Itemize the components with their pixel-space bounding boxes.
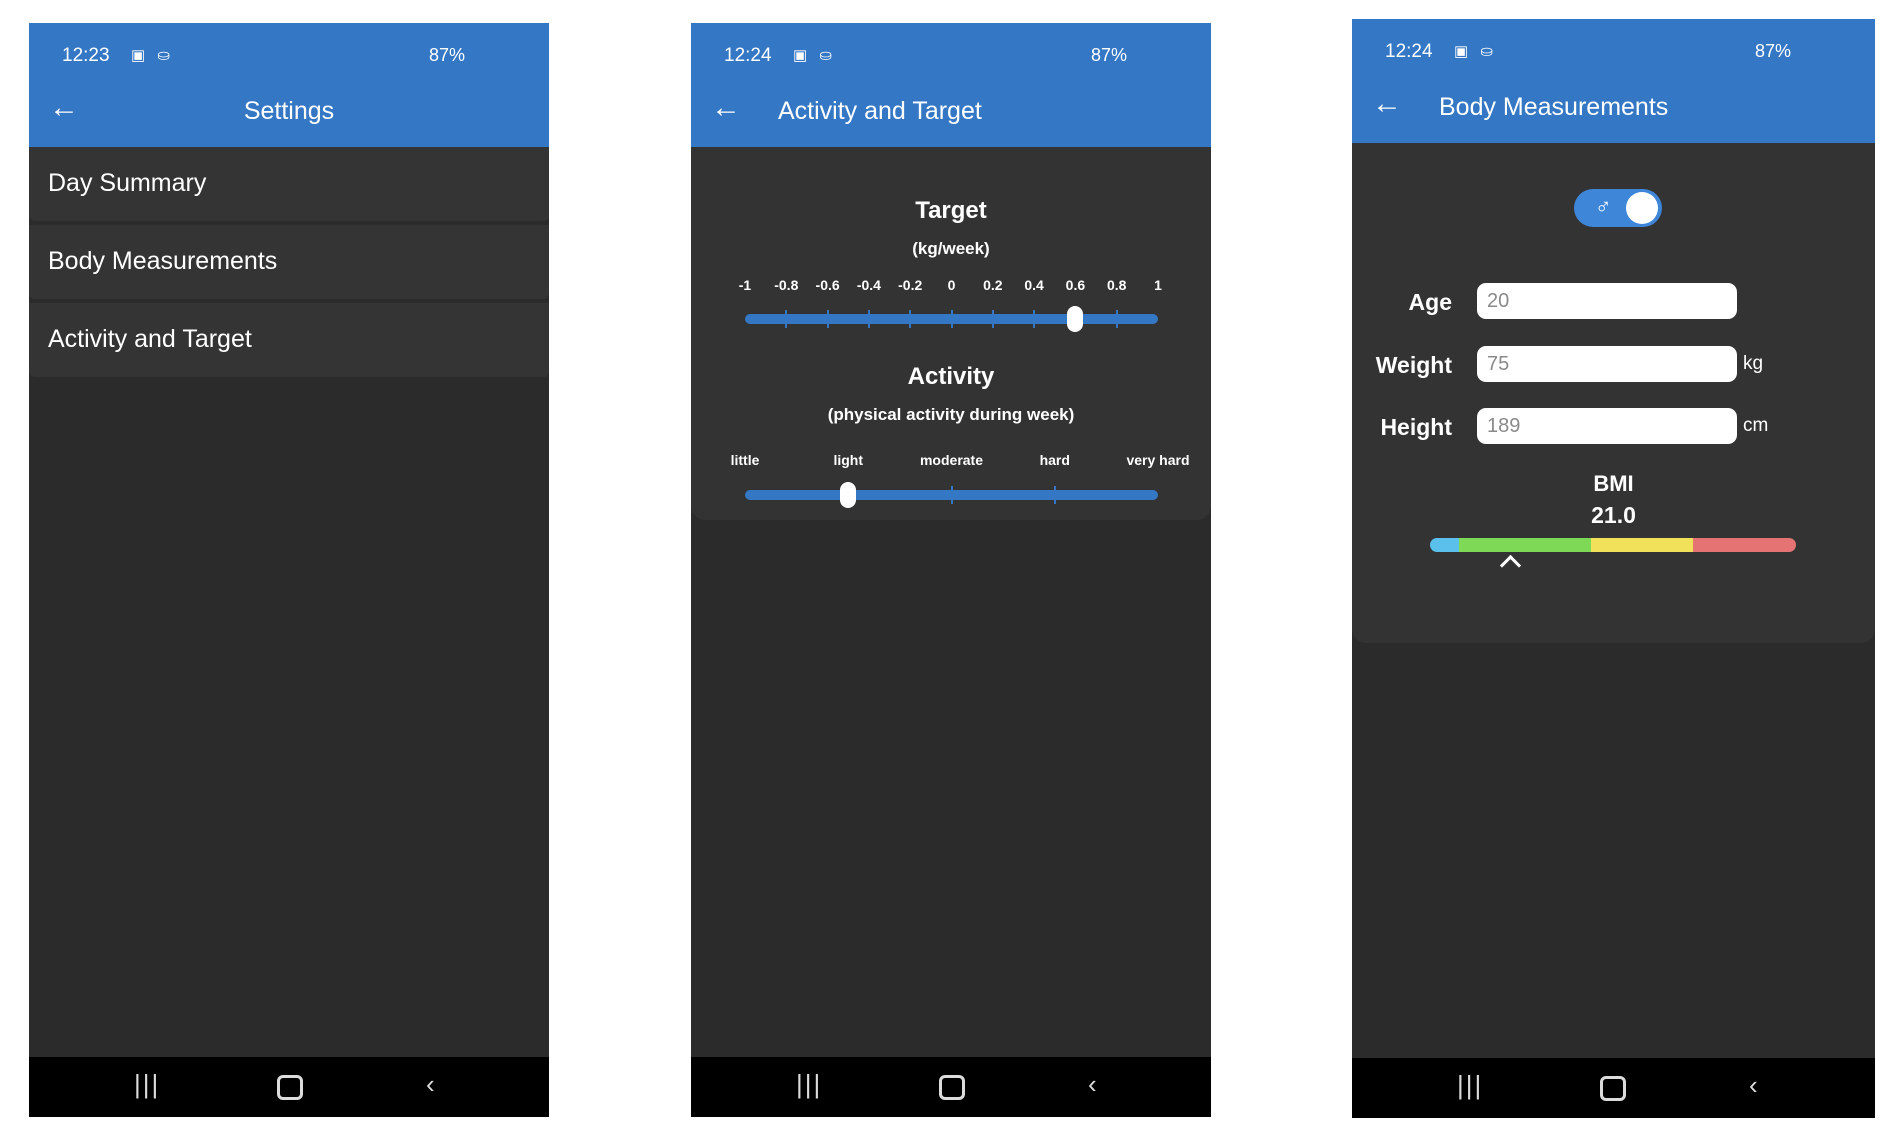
bmi-value: 21.0 bbox=[1591, 502, 1636, 528]
settings-item-label: Day Summary bbox=[48, 169, 207, 197]
male-icon: ♂ bbox=[1595, 194, 1612, 219]
height-input[interactable] bbox=[1477, 408, 1737, 444]
settings-item-label: Activity and Target bbox=[48, 325, 252, 353]
page-title: Activity and Target bbox=[778, 97, 982, 125]
status-bar: 12:23 ▣ ⛀ 87% bbox=[29, 23, 549, 77]
bmi-segment-obese bbox=[1693, 538, 1796, 552]
body-measurements-screen: 12:24 ▣ ⛀ 87% ← Body Measurements ♂ Age … bbox=[1352, 19, 1875, 1118]
home-icon[interactable] bbox=[277, 1075, 303, 1100]
bmi-segment-overweight bbox=[1591, 538, 1694, 552]
target-heading: Target bbox=[915, 197, 987, 224]
toggle-knob bbox=[1626, 192, 1658, 224]
activity-tick-mark bbox=[1053, 486, 1056, 504]
status-bar: 12:24 ▣ ⛀ 87% bbox=[1352, 19, 1875, 73]
activity-level-label: moderate bbox=[919, 452, 984, 468]
target-tick-label: -1 bbox=[738, 277, 752, 293]
target-tick-mark bbox=[826, 310, 829, 328]
status-time: 12:23 bbox=[62, 45, 110, 66]
status-bar: 12:24 ▣ ⛀ 87% bbox=[691, 23, 1211, 77]
activity-target-card: Target (kg/week) -1 -0.8 -0.6 -0.4 -0.2 0 0.2 0… bbox=[691, 147, 1211, 520]
page-title: Settings bbox=[243, 97, 335, 125]
age-input[interactable] bbox=[1477, 283, 1737, 319]
target-tick-mark bbox=[1115, 310, 1118, 328]
weight-label: Weight bbox=[1375, 352, 1452, 378]
status-time: 12:24 bbox=[724, 45, 772, 66]
bmi-segment-underweight bbox=[1430, 538, 1460, 552]
target-tick-mark bbox=[950, 310, 953, 328]
status-battery: 87% bbox=[1090, 45, 1127, 65]
system-nav-bar: ||| ‹ bbox=[691, 1057, 1211, 1117]
activity-tick-mark bbox=[950, 486, 953, 504]
target-tick-mark bbox=[909, 310, 912, 328]
activity-level-label: little bbox=[730, 452, 760, 468]
status-battery: 87% bbox=[1754, 41, 1791, 61]
weight-input[interactable] bbox=[1477, 346, 1737, 382]
target-unit: (kg/week) bbox=[912, 239, 990, 258]
app-bar: ← Body Measurements bbox=[1352, 73, 1875, 143]
recents-icon[interactable]: ||| bbox=[796, 1069, 822, 1100]
home-icon[interactable] bbox=[1600, 1076, 1626, 1101]
status-battery: 87% bbox=[428, 45, 465, 65]
settings-item-body-measurements[interactable]: Body Measurements bbox=[29, 225, 549, 299]
app-bar: ← Activity and Target bbox=[691, 77, 1211, 147]
gender-toggle[interactable]: ♂ bbox=[1574, 189, 1662, 227]
home-icon[interactable] bbox=[939, 1075, 965, 1100]
target-tick-mark bbox=[867, 310, 870, 328]
target-tick-label: 0.6 bbox=[1065, 277, 1086, 293]
status-time: 12:24 bbox=[1385, 41, 1433, 62]
height-unit: cm bbox=[1743, 415, 1769, 436]
settings-item-activity-target[interactable]: Activity and Target bbox=[29, 303, 549, 377]
page-title: Body Measurements bbox=[1439, 93, 1669, 121]
target-tick-label: -0.6 bbox=[815, 277, 840, 293]
activity-level-label: light bbox=[833, 452, 864, 468]
bmi-label: BMI bbox=[1593, 471, 1634, 496]
notification-icons: ▣ ⛀ bbox=[793, 47, 836, 64]
activity-slider-thumb[interactable] bbox=[840, 482, 857, 508]
settings-screen: 12:23 ▣ ⛀ 87% ← Settings Day Summary Bod… bbox=[29, 23, 549, 1117]
target-tick-mark bbox=[785, 310, 788, 328]
app-bar: ← Settings bbox=[29, 77, 549, 147]
system-nav-bar: ||| ‹ bbox=[1352, 1058, 1875, 1118]
chevron-left-icon[interactable]: ‹ bbox=[426, 1069, 435, 1100]
age-label: Age bbox=[1408, 289, 1452, 315]
target-tick-label: -0.2 bbox=[898, 277, 923, 293]
activity-target-screen: 12:24 ▣ ⛀ 87% ← Activity and Target Targ… bbox=[691, 23, 1211, 1117]
settings-item-label: Body Measurements bbox=[48, 247, 278, 275]
weight-unit: kg bbox=[1743, 353, 1764, 374]
system-nav-bar: ||| ‹ bbox=[29, 1057, 549, 1117]
settings-item-day-summary[interactable]: Day Summary bbox=[29, 147, 549, 221]
notification-icons: ▣ ⛀ bbox=[131, 47, 174, 64]
recents-icon[interactable]: ||| bbox=[1457, 1070, 1483, 1101]
activity-heading: Activity bbox=[907, 363, 995, 390]
back-arrow-icon[interactable]: ← bbox=[1372, 89, 1402, 119]
target-tick-label: -0.4 bbox=[856, 277, 881, 293]
target-tick-label: 1 bbox=[1154, 277, 1162, 293]
height-label: Height bbox=[1380, 414, 1452, 440]
activity-subtitle: (physical activity during week) bbox=[827, 405, 1075, 424]
target-tick-label: 0 bbox=[947, 277, 956, 293]
bmi-scale-bar bbox=[1430, 538, 1796, 552]
recents-icon[interactable]: ||| bbox=[134, 1069, 160, 1100]
target-tick-label: 0.4 bbox=[1024, 277, 1044, 293]
target-tick-mark bbox=[1033, 310, 1036, 328]
chevron-left-icon[interactable]: ‹ bbox=[1088, 1069, 1097, 1100]
activity-level-label: hard bbox=[1039, 452, 1070, 468]
back-arrow-icon[interactable]: ← bbox=[711, 93, 741, 123]
target-tick-label: 0.2 bbox=[983, 277, 1003, 293]
chevron-left-icon[interactable]: ‹ bbox=[1749, 1070, 1758, 1101]
target-slider-thumb[interactable] bbox=[1067, 306, 1084, 332]
activity-level-label: very hard bbox=[1126, 452, 1190, 468]
target-tick-label: 0.8 bbox=[1106, 277, 1127, 293]
notification-icons: ▣ ⛀ bbox=[1454, 43, 1497, 60]
target-tick-mark bbox=[991, 310, 994, 328]
target-tick-label: -0.8 bbox=[774, 277, 799, 293]
bmi-segment-normal bbox=[1459, 538, 1592, 552]
